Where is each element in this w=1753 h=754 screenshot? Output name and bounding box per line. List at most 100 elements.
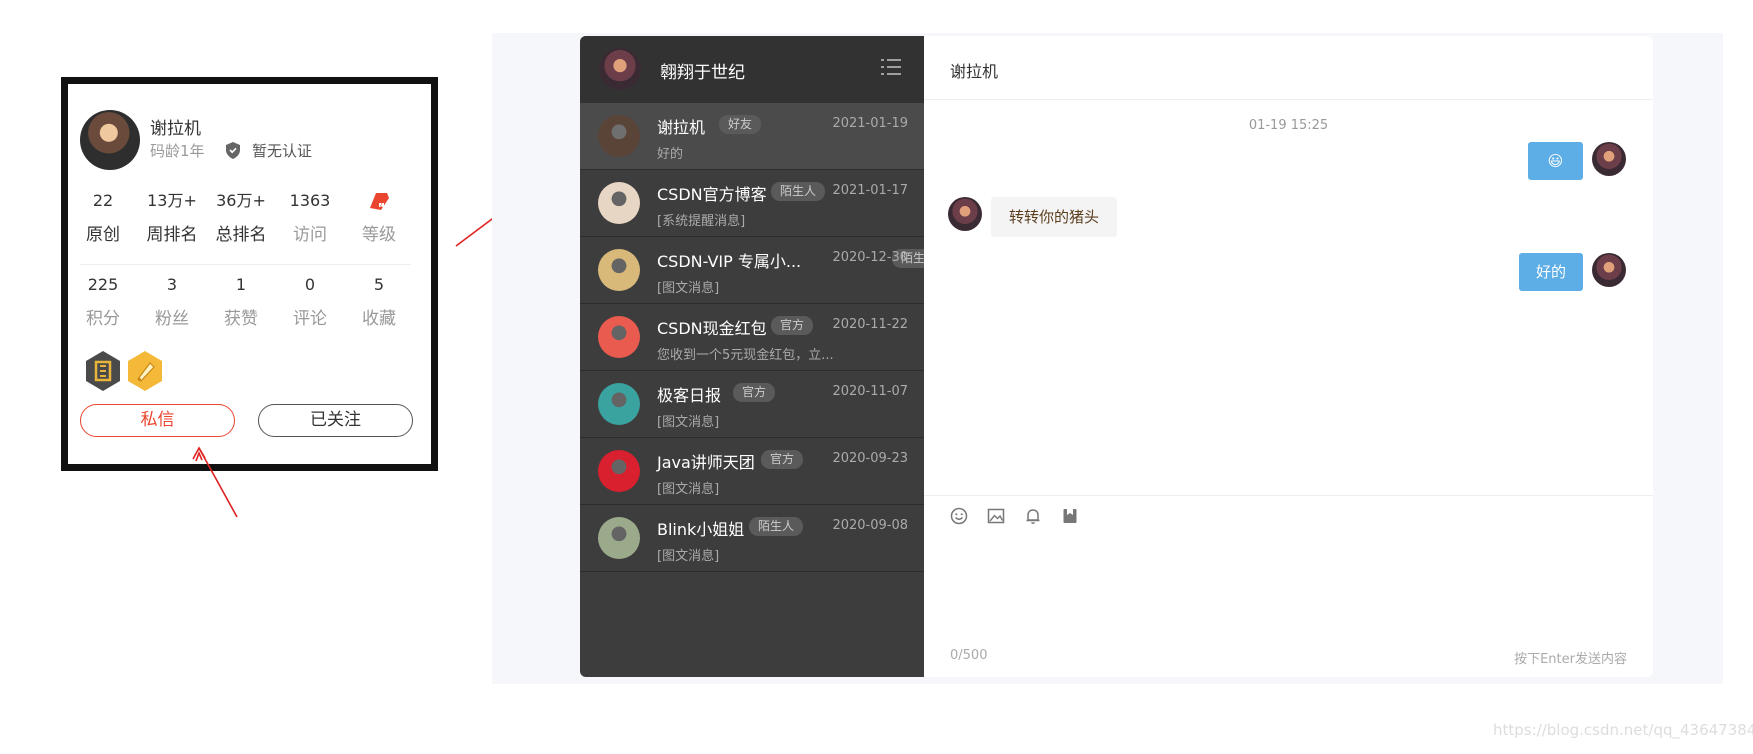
conversation-name: 谢拉机 <box>657 118 706 137</box>
conversation-tag: 陌生人 <box>749 517 804 536</box>
conversation-item[interactable]: 谢拉机 好友 2021-01-19 好的 <box>580 103 924 170</box>
private-message-button[interactable]: 私信 <box>80 404 235 437</box>
conversation-sidebar: 翱翔于世纪 谢拉机 好友 2021-01-19 好的 CSDN官方博客 陌生人 2021-0… <box>580 36 947 677</box>
chat-partner-name: 谢拉机 <box>950 62 999 81</box>
conversation-name: CSDN现金红包 <box>657 319 767 338</box>
stat-value: 225 <box>87 275 119 294</box>
watermark: https://blog.csdn.net/qq_43647384 <box>1493 721 1753 739</box>
conversation-avatar <box>598 383 640 425</box>
conversation-tag: 官方 <box>771 316 814 335</box>
stat-total-rank[interactable]: 36万+ 总排名 <box>206 190 276 245</box>
stat-favorites: 5 收藏 <box>344 274 414 329</box>
sidebar-header: 翱翔于世纪 <box>580 36 924 103</box>
message-bubble-outgoing: 😃 <box>1528 142 1583 180</box>
conversation-item[interactable]: Java讲师天团 官方 2020-09-23 [图文消息] <box>580 438 924 505</box>
stat-value: 1363 <box>289 191 331 210</box>
conversation-avatar <box>598 249 640 291</box>
stat-label: 周排名 <box>146 225 198 245</box>
stat-label: 访问 <box>293 225 327 245</box>
stat-likes: 1 获赞 <box>206 274 276 329</box>
shield-icon <box>226 142 240 159</box>
stat-original[interactable]: 22 原创 <box>68 190 138 245</box>
stat-label: 粉丝 <box>155 309 189 329</box>
conversation-date: 2021-01-19 <box>832 116 908 131</box>
stat-label: 原创 <box>86 225 120 245</box>
stat-fans[interactable]: 3 粉丝 <box>137 274 207 329</box>
stat-value: 5 <box>373 275 385 294</box>
profile-avatar[interactable] <box>80 110 140 170</box>
partner-avatar[interactable] <box>948 197 982 231</box>
current-user-name: 翱翔于世纪 <box>660 63 745 83</box>
conversation-date: 2020-12-30 <box>832 250 908 265</box>
stat-value: 36万+ <box>216 191 266 210</box>
profile-card: 谢拉机 码龄1年 暂无认证 22 原创 13万+ 周排名 36万+ 总排名 13… <box>61 77 438 471</box>
conversation-name: CSDN官方博客 <box>657 185 767 204</box>
svg-text:2: 2 <box>380 203 383 209</box>
profile-name[interactable]: 谢拉机 <box>150 114 201 139</box>
conversation-preview: [图文消息] <box>657 415 720 430</box>
stat-label: 等级 <box>362 225 396 245</box>
conversation-date: 2020-11-22 <box>832 317 908 332</box>
conversation-avatar <box>598 182 640 224</box>
char-counter: 0/500 <box>950 648 988 663</box>
my-avatar <box>1592 142 1626 176</box>
persistence-badge-icon[interactable] <box>84 350 122 392</box>
bookmark-icon[interactable] <box>1061 507 1079 525</box>
conversation-item[interactable]: CSDN现金红包 官方 2020-11-22 您收到一个5元现金红包，立... <box>580 304 924 371</box>
chat-header: 谢拉机 <box>924 36 1653 100</box>
level-icon: 2 <box>344 190 414 212</box>
bell-icon[interactable] <box>1024 507 1042 525</box>
emoji-icon[interactable] <box>950 507 968 525</box>
stat-value: 13万+ <box>147 191 197 210</box>
conversation-tag: 官方 <box>733 383 776 402</box>
conversation-item[interactable]: Blink小姐姐 陌生人 2020-09-08 [图文消息] <box>580 505 924 572</box>
conversation-avatar <box>598 450 640 492</box>
conversation-tag: 陌生人 <box>771 182 826 201</box>
input-divider <box>924 495 1653 496</box>
conversation-name: 极客日报 <box>657 386 722 405</box>
conversation-name: CSDN-VIP 专属小... <box>657 252 802 271</box>
stat-value: 1 <box>235 275 247 294</box>
stat-weekly-rank[interactable]: 13万+ 周排名 <box>137 190 207 245</box>
conversation-tag: 好友 <box>719 115 762 134</box>
conversation-preview: [图文消息] <box>657 281 720 296</box>
conversation-avatar <box>598 316 640 358</box>
conversation-avatar <box>598 115 640 157</box>
profile-years: 码龄1年 <box>150 142 205 160</box>
conversation-date: 2020-09-23 <box>832 451 908 466</box>
conversation-item[interactable]: CSDN官方博客 陌生人 2021-01-17 [系统提醒消息] <box>580 170 924 237</box>
conversation-preview: [图文消息] <box>657 482 720 497</box>
menu-icon[interactable] <box>880 58 902 76</box>
stat-value: 3 <box>166 275 178 294</box>
conversation-date: 2021-01-17 <box>832 183 908 198</box>
stat-comments: 0 评论 <box>275 274 345 329</box>
conversation-preview: 您收到一个5元现金红包，立... <box>657 348 834 363</box>
conversation-preview: [系统提醒消息] <box>657 214 746 229</box>
stat-value: 0 <box>304 275 316 294</box>
current-user-avatar[interactable] <box>599 48 641 90</box>
send-hint: 按下Enter发送内容 <box>1514 652 1627 667</box>
conversation-tag: 官方 <box>761 450 804 469</box>
stat-level[interactable]: 2 等级 <box>344 190 414 245</box>
card-divider <box>80 264 411 265</box>
stat-label: 总排名 <box>215 225 267 245</box>
profile-certification: 暂无认证 <box>252 142 313 160</box>
stat-visits: 1363 访问 <box>275 190 345 245</box>
stat-label: 积分 <box>86 309 120 329</box>
conversation-date: 2020-09-08 <box>832 518 908 533</box>
message-bubble-incoming: 转转你的猪头 <box>991 197 1118 237</box>
conversation-item[interactable]: 极客日报 官方 2020-11-07 [图文消息] <box>580 371 924 438</box>
message-bubble-outgoing: 好的 <box>1519 253 1583 291</box>
conversation-name: Java讲师天团 <box>657 453 755 472</box>
image-icon[interactable] <box>987 507 1005 525</box>
stat-label: 获赞 <box>224 309 258 329</box>
my-avatar <box>1592 253 1626 287</box>
stat-value: 22 <box>92 191 114 210</box>
conversation-preview: [图文消息] <box>657 549 720 564</box>
conversation-item[interactable]: CSDN-VIP 专属小... 陌生人 2020-12-30 [图文消息] <box>580 237 947 304</box>
stat-label: 评论 <box>293 309 327 329</box>
stat-label: 收藏 <box>362 309 396 329</box>
writer-badge-icon[interactable] <box>126 350 164 392</box>
followed-button[interactable]: 已关注 <box>258 404 413 437</box>
conversation-name: Blink小姐姐 <box>657 520 745 539</box>
